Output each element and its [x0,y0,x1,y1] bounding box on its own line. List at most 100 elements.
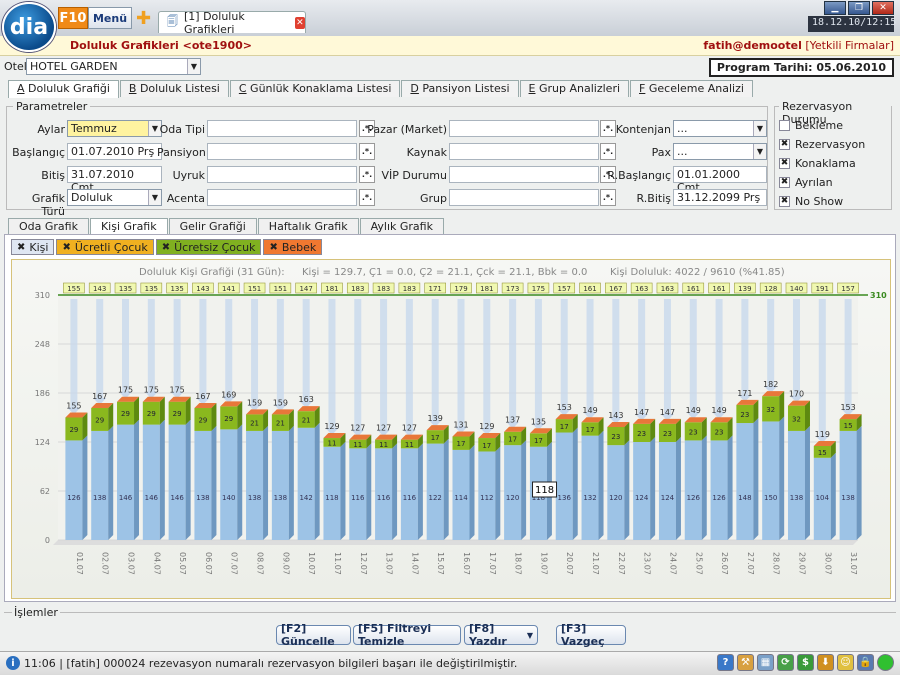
filter-label: Kişi [29,240,49,254]
chart-area: ✖ Kişi ✖ Ücretli Çocuk ✖ Ücretsiz Çocuk ✖ Be… [4,234,896,602]
vazgec-button[interactable]: [F3] Vazgeç [556,622,626,648]
checkbox-box[interactable] [779,120,790,131]
firms-link[interactable]: [Yetkili Firmalar] [805,39,894,52]
otel-select[interactable]: HOTEL GARDEN ▼ [26,58,201,75]
x-tick-label: 02.07 [101,552,110,575]
smiley-icon[interactable]: ☺ [837,654,854,671]
grup-input[interactable] [449,189,599,206]
download-icon[interactable]: ⬇ [817,654,834,671]
bar-kisi-side [856,425,862,540]
grafik-turu-select[interactable]: Doluluk ▼ [67,189,162,206]
checkbox-box[interactable]: ✖ [779,158,790,169]
uyruk-input[interactable] [207,166,357,183]
bar-cocuk-label: 29 [173,410,182,418]
bar-kisi-side [675,437,681,540]
bar-cocuk-label: 17 [457,440,466,448]
tab-geceleme-analizi[interactable]: F Geceleme Analizi [630,80,753,97]
bar-kisi-label: 146 [119,494,133,502]
vip-input[interactable] [449,166,599,183]
dia-logo[interactable]: dia [2,2,56,52]
baslangic-input[interactable]: 01.07.2010 Prş [67,143,162,160]
f10-button[interactable]: F10 [58,7,88,29]
kaynak-input[interactable] [449,143,599,160]
tab-kisi-grafik[interactable]: Kişi Grafik [89,218,168,234]
bar-kisi-label: 150 [764,494,777,502]
bar-kisi-side [263,425,269,540]
menu-button[interactable]: Menü [88,7,132,29]
restore-icon[interactable]: ❐ [848,1,870,15]
available-label: 183 [351,285,364,293]
tab-grup-analizleri[interactable]: E Grup Analizleri [519,80,630,97]
close-tab-icon[interactable]: ✕ [294,16,305,29]
x-tick-label: 09.07 [281,552,290,575]
tab-gelir-grafigi[interactable]: Gelir Grafiği [168,218,257,234]
checkbox-box[interactable]: ✖ [779,196,790,207]
available-arrow [276,299,284,407]
bitis-input[interactable]: 31.07.2010 Cmt [67,166,162,194]
tools-icon[interactable]: ⚒ [737,654,754,671]
available-label: 161 [583,285,596,293]
kontenjan-select[interactable]: ... ▼ [673,120,767,137]
tab-aylik-grafik[interactable]: Aylık Grafik [359,218,444,234]
tab-label: Pansiyon Listesi [418,82,510,95]
yazdir-button[interactable]: [F8] Yazdır ▼ [464,622,538,648]
checkbox-bekleme[interactable]: Bekleme [779,119,843,132]
help-icon[interactable]: ? [717,654,734,671]
tab-label: Doluluk Grafiği [24,82,110,95]
oda-tipi-input[interactable] [207,120,357,137]
chevron-down-icon[interactable]: ▼ [753,121,766,136]
filtreyi-temizle-button[interactable]: [F5] Filtreyi Temizle [353,622,461,648]
pansiyon-input[interactable] [207,143,357,160]
new-tab-icon[interactable]: ✚ [136,8,151,29]
bar-kisi [787,430,805,540]
bar-cocuk-side [804,400,810,431]
acenta-input[interactable] [207,189,357,206]
checkbox-ayrilan[interactable]: ✖ Ayrılan [779,176,833,189]
bar-kisi-side [495,446,501,540]
x-tick-label: 19.07 [539,552,548,575]
tab-pansiyon-listesi[interactable]: D Pansiyon Listesi [401,80,519,97]
bar-kisi-label: 120 [506,494,519,502]
checkbox-no-show[interactable]: ✖ No Show [779,195,843,208]
tab-gunluk-konaklama[interactable]: C Günlük Konaklama Listesi [229,80,401,97]
rezervasyon-durumu-panel: Rezervasyon Durumu Bekleme ✖ Rezervasyon … [774,100,892,210]
pazar-input[interactable] [449,120,599,137]
chevron-down-icon[interactable]: ▼ [753,144,766,159]
available-label: 157 [558,285,571,293]
chevron-down-icon[interactable]: ▼ [187,59,200,74]
checkbox-box[interactable]: ✖ [779,139,790,150]
refresh-icon[interactable]: ⟳ [777,654,794,671]
tab-doluluk-grafigi[interactable]: A Doluluk Grafiği [8,80,119,98]
filter-ucretsiz-cocuk[interactable]: ✖ Ücretsiz Çocuk [155,239,262,255]
filter-kisi[interactable]: ✖ Kişi [11,239,55,255]
pax-select[interactable]: ... ▼ [673,143,767,160]
x-tick-label: 20.07 [565,552,574,575]
checkbox-konaklama[interactable]: ✖ Konaklama [779,157,856,170]
close-icon[interactable]: ✕ [872,1,894,15]
tab-oda-grafik[interactable]: Oda Grafik [8,218,89,234]
lock-icon[interactable]: 🔒 [857,654,874,671]
minimize-icon[interactable]: ▁ [824,1,846,15]
x-tick-label: 24.07 [668,552,677,575]
calculator-icon[interactable]: ▦ [757,654,774,671]
filter-ucretli-cocuk[interactable]: ✖ Ücretli Çocuk [56,239,154,255]
bar-cocuk-label: 29 [69,426,78,434]
bar-cocuk-label: 23 [689,428,698,436]
tab-label: Grup Analizleri [535,82,621,95]
checkbox-box[interactable]: ✖ [779,177,790,188]
chart-stats: Kişi = 129.7, Ç1 = 0.0, Ç2 = 21.1, Çck =… [302,267,587,278]
bar-total-label: 139 [428,414,443,423]
guncelle-button[interactable]: [F2] Güncelle [276,622,351,648]
filter-bebek[interactable]: ✖ Bebek [263,239,323,255]
checkbox-rezervasyon[interactable]: ✖ Rezervasyon [779,138,865,151]
r-baslangic-input[interactable]: 01.01.2000 Cmt [673,166,767,194]
bar-total-label: 167 [195,392,210,401]
tab-haftalik-grafik[interactable]: Haftalık Grafik [257,218,359,234]
tab-doluluk-listesi[interactable]: B Doluluk Listesi [119,80,229,97]
aylar-select[interactable]: Temmuz ▼ [67,120,162,137]
currency-icon[interactable]: $ [797,654,814,671]
tab-doluluk-grafikleri[interactable]: 🗐 [1] Doluluk Grafikleri ✕ [158,10,306,36]
r-bitis-input[interactable]: 31.12.2099 Prş [673,189,767,206]
bar-cocuk-label: 29 [95,416,104,424]
bar-total-label: 127 [402,424,417,433]
